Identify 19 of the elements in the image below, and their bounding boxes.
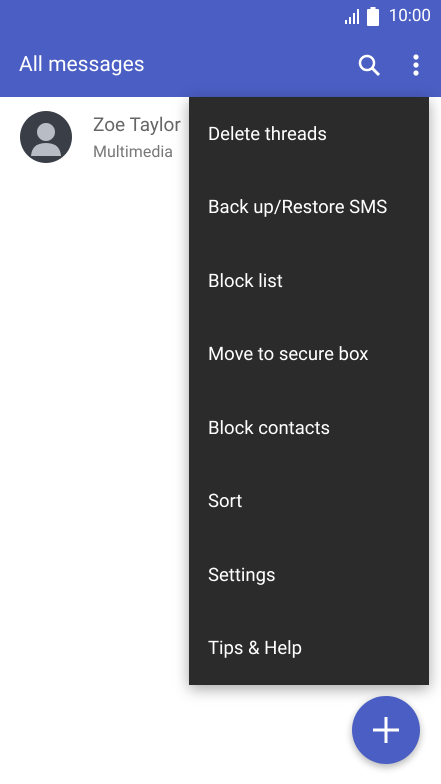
search-icon bbox=[357, 52, 381, 76]
menu-item[interactable]: Sort bbox=[189, 464, 429, 538]
screen-title: All messages bbox=[19, 52, 146, 76]
menu-item[interactable]: Back up/Restore SMS bbox=[189, 170, 429, 244]
menu-item[interactable]: Move to secure box bbox=[189, 318, 429, 391]
menu-item[interactable]: Block contacts bbox=[189, 391, 429, 464]
menu-item[interactable]: Delete threads bbox=[189, 97, 429, 170]
more-icon bbox=[413, 54, 419, 76]
avatar-icon bbox=[20, 111, 72, 163]
status-time: 10:00 bbox=[388, 6, 431, 26]
menu-item[interactable]: Block list bbox=[189, 244, 429, 318]
menu-item[interactable]: Settings bbox=[189, 538, 429, 612]
plus-icon bbox=[373, 717, 399, 743]
menu-item[interactable]: Tips & Help bbox=[189, 612, 429, 685]
signal-icon bbox=[344, 8, 361, 24]
compose-button[interactable] bbox=[352, 696, 420, 764]
contact-name: Zoe Taylor bbox=[93, 113, 181, 136]
message-preview: Multimedia bbox=[93, 142, 174, 161]
battery-icon bbox=[366, 6, 379, 26]
